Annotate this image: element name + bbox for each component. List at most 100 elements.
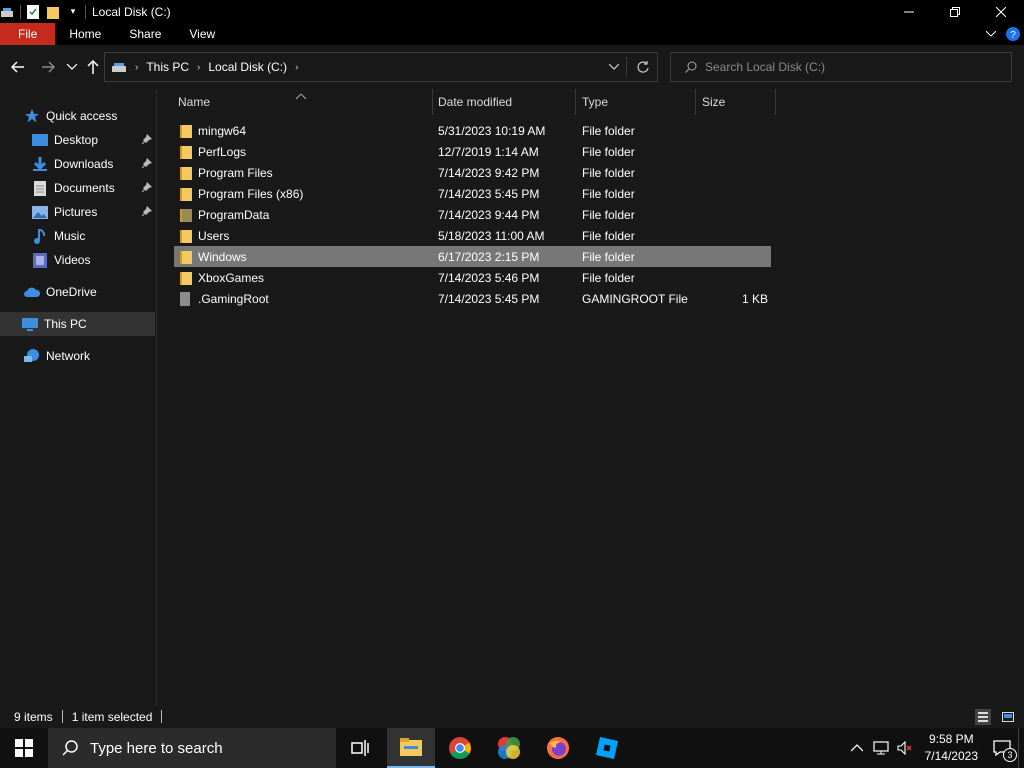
column-header-name[interactable]: Name <box>172 89 433 115</box>
windows-logo-icon <box>15 739 33 757</box>
color-wheel-icon <box>498 737 520 759</box>
table-row[interactable]: Windows 6/17/2023 2:15 PM File folder <box>174 246 771 267</box>
table-row[interactable]: Users 5/18/2023 11:00 AM File folder <box>174 225 771 246</box>
file-size <box>702 246 768 267</box>
chevron-down-icon <box>67 64 77 70</box>
table-row[interactable]: PerfLogs 12/7/2019 1:14 AM File folder <box>174 141 771 162</box>
tab-file[interactable]: File <box>0 23 56 45</box>
minimize-button[interactable] <box>886 0 932 23</box>
breadcrumb-separator-icon[interactable]: › <box>197 62 200 73</box>
sidebar-item-quick-access[interactable]: Quick access <box>24 104 154 128</box>
help-icon[interactable]: ? <box>1002 27 1024 41</box>
forward-button[interactable] <box>38 57 58 77</box>
taskbar-file-explorer[interactable] <box>387 728 435 768</box>
sidebar-item-label: Desktop <box>54 133 99 147</box>
start-button[interactable] <box>0 728 48 768</box>
file-type: File folder <box>582 249 635 264</box>
new-folder-icon[interactable] <box>45 4 61 20</box>
address-bar[interactable]: › This PC › Local Disk (C:) › <box>104 52 658 82</box>
up-button[interactable] <box>83 57 103 77</box>
taskbar-roblox-studio[interactable] <box>583 728 631 768</box>
taskbar: Type here to search 9:58 PM 7/14/2023 3 <box>0 728 1024 768</box>
breadcrumb-this-pc[interactable]: This PC <box>146 60 189 74</box>
large-icons-view-button[interactable] <box>1000 709 1016 725</box>
folder-icon <box>180 267 192 288</box>
restore-button[interactable] <box>932 0 978 23</box>
expand-ribbon-icon[interactable] <box>980 31 1002 37</box>
pin-icon[interactable] <box>141 133 152 147</box>
file-type: GAMINGROOT File <box>582 291 688 306</box>
sidebar-item-music[interactable]: Music <box>32 224 156 248</box>
table-row[interactable]: ProgramData 7/14/2023 9:44 PM File folder <box>174 204 771 225</box>
table-row[interactable]: Program Files (x86) 7/14/2023 5:45 PM File… <box>174 183 771 204</box>
table-row[interactable]: .GamingRoot 7/14/2023 5:45 PM GAMINGROOT F… <box>174 288 771 309</box>
pin-icon[interactable] <box>141 205 152 219</box>
search-box[interactable]: Search Local Disk (C:) <box>670 52 1012 82</box>
breadcrumb-separator-icon[interactable]: › <box>295 62 298 73</box>
file-name: Program Files (x86) <box>198 186 304 201</box>
folder-icon <box>180 120 192 141</box>
taskbar-chrome[interactable] <box>436 728 484 768</box>
tab-share[interactable]: Share <box>115 23 175 45</box>
pin-icon[interactable] <box>141 157 152 171</box>
close-button[interactable] <box>978 0 1024 23</box>
sidebar-item-downloads[interactable]: Downloads <box>32 152 156 176</box>
search-input[interactable]: Search Local Disk (C:) <box>705 60 825 74</box>
network-status-icon[interactable] <box>869 741 893 755</box>
column-header-type[interactable]: Type <box>576 89 696 115</box>
file-size <box>702 120 768 141</box>
sidebar-item-pictures[interactable]: Pictures <box>32 200 156 224</box>
file-date-modified: 5/18/2023 11:00 AM <box>438 228 545 243</box>
selection-count: 1 item selected <box>71 709 153 724</box>
taskbar-firefox[interactable] <box>534 728 582 768</box>
file-name: XboxGames <box>198 270 265 285</box>
sidebar-item-network[interactable]: Network <box>24 344 154 368</box>
tab-home[interactable]: Home <box>55 23 115 45</box>
refresh-icon[interactable] <box>637 61 649 73</box>
sidebar-item-desktop[interactable]: Desktop <box>32 128 156 152</box>
properties-icon[interactable] <box>25 4 41 20</box>
folder-icon <box>180 141 192 162</box>
file-type: File folder <box>582 207 635 222</box>
sidebar-item-onedrive[interactable]: OneDrive <box>24 280 154 304</box>
folder-icon <box>180 204 192 225</box>
file-date-modified: 5/31/2023 10:19 AM <box>438 123 546 138</box>
clock-time: 9:58 PM <box>928 732 974 746</box>
address-dropdown-icon[interactable] <box>609 64 619 70</box>
network-icon <box>24 348 40 364</box>
column-header-date-modified[interactable]: Date modified <box>432 89 576 115</box>
restore-icon <box>950 6 960 17</box>
sidebar-item-this-pc[interactable]: This PC <box>0 312 155 336</box>
title-bar: ▾ Local Disk (C:) <box>0 0 1024 23</box>
clock-date: 7/14/2023 <box>924 749 978 763</box>
pictures-icon <box>32 204 48 220</box>
details-view-button[interactable] <box>975 709 991 725</box>
show-desktop-button[interactable] <box>1018 728 1024 768</box>
star-icon <box>24 108 40 124</box>
notification-count-badge: 3 <box>1003 748 1017 762</box>
table-row[interactable]: mingw64 5/31/2023 10:19 AM File folder <box>174 120 771 141</box>
pin-icon[interactable] <box>141 181 152 195</box>
clock[interactable]: 9:58 PM 7/14/2023 <box>925 731 978 765</box>
column-header-size[interactable]: Size <box>696 89 776 115</box>
breadcrumb-separator-icon[interactable]: › <box>135 62 138 73</box>
sidebar-item-label: Documents <box>54 181 115 195</box>
back-button[interactable] <box>8 57 28 77</box>
tab-view[interactable]: View <box>175 23 229 45</box>
table-row[interactable]: XboxGames 7/14/2023 5:46 PM File folder <box>174 267 771 288</box>
sidebar-item-documents[interactable]: Documents <box>32 176 156 200</box>
taskbar-color-app[interactable] <box>485 728 533 768</box>
task-view-button[interactable] <box>340 728 380 768</box>
breadcrumb-local-disk[interactable]: Local Disk (C:) <box>208 60 287 74</box>
customize-toolbar-icon[interactable]: ▾ <box>65 4 81 20</box>
show-hidden-icons-button[interactable] <box>845 744 869 752</box>
taskbar-search-box[interactable]: Type here to search <box>48 728 336 768</box>
drive-icon <box>111 61 127 73</box>
taskbar-search-input[interactable]: Type here to search <box>90 740 223 757</box>
volume-muted-icon[interactable] <box>893 741 917 755</box>
folder-icon <box>180 162 192 183</box>
sidebar-item-videos[interactable]: Videos <box>32 248 156 272</box>
table-row[interactable]: Program Files 7/14/2023 9:42 PM File folde… <box>174 162 771 183</box>
recent-locations-button[interactable] <box>62 57 82 77</box>
notifications-button[interactable]: 3 <box>986 728 1018 768</box>
